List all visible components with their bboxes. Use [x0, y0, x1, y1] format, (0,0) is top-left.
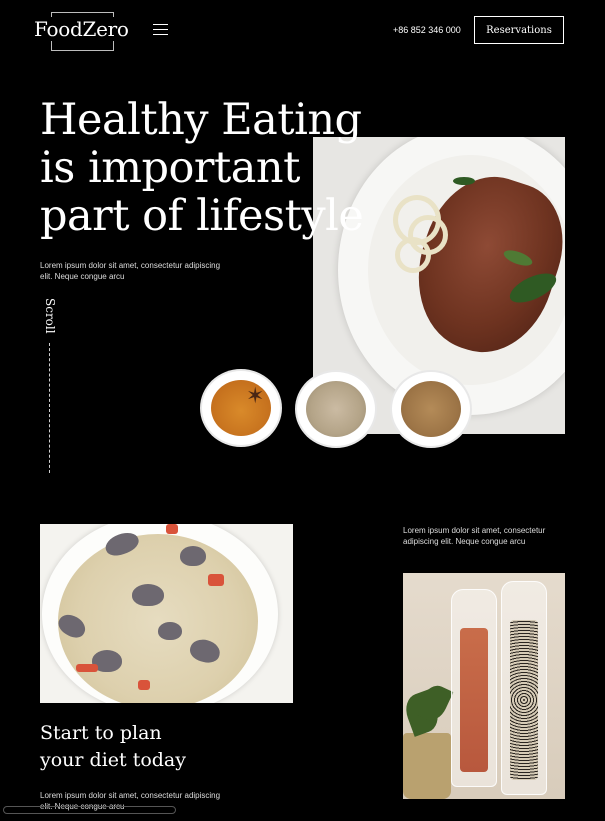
salt-pepper-grinders-photo: [403, 573, 565, 799]
reservations-button[interactable]: Reservations: [474, 16, 564, 44]
turmeric-bowl: ✶: [202, 371, 280, 445]
logo[interactable]: FoodZero: [33, 17, 130, 41]
star-anise-icon: ✶: [246, 383, 265, 408]
scroll-line: [49, 343, 50, 473]
ground-spice-bowl: [392, 372, 470, 446]
plan-title: Start to plan your diet today: [40, 722, 186, 771]
hamburger-menu-icon[interactable]: [153, 24, 168, 36]
phone-number[interactable]: +86 852 346 000: [393, 25, 461, 35]
peppercorn-bowl: [297, 372, 375, 446]
horizontal-scrollbar[interactable]: [3, 806, 176, 814]
hero-description: Lorem ipsum dolor sit amet, consectetur …: [40, 261, 221, 281]
clam-chowder-photo: [40, 524, 293, 703]
scroll-label[interactable]: Scroll: [43, 298, 57, 334]
hero-headline: Healthy Eating is important part of life…: [40, 95, 364, 241]
side-description: Lorem ipsum dolor sit amet, consectetur …: [403, 526, 546, 546]
